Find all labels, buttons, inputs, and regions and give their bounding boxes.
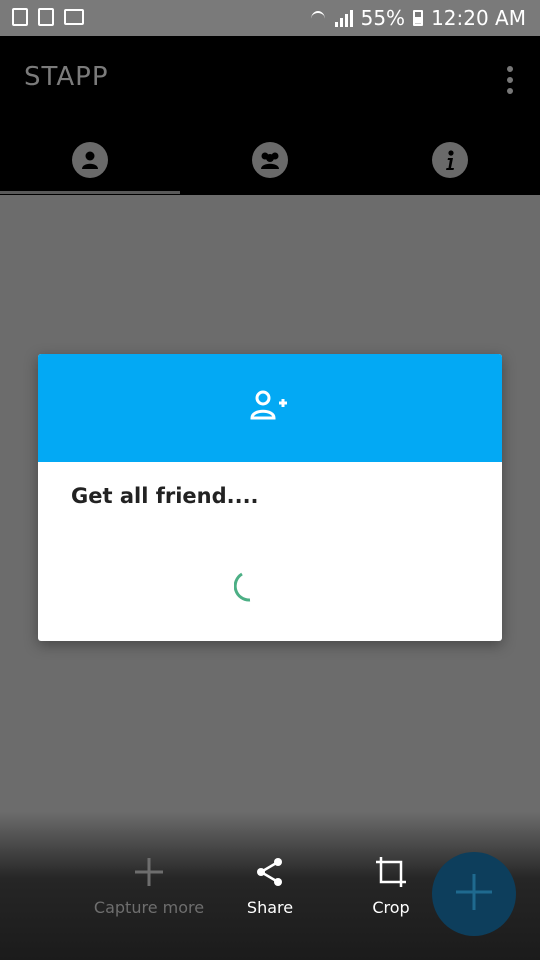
tab-indicator	[0, 191, 180, 194]
status-bar: 55% 12:20 AM	[0, 0, 540, 36]
loading-dialog: Get all friend....	[38, 354, 502, 641]
plus-icon	[133, 858, 165, 892]
overflow-menu-button[interactable]	[506, 66, 514, 94]
info-icon	[432, 142, 468, 178]
tab-bar	[0, 128, 540, 194]
battery-percent: 55%	[360, 6, 406, 30]
battery-icon	[413, 10, 424, 26]
fab-add-button[interactable]	[432, 852, 516, 936]
gallery-notification-icon	[38, 8, 54, 26]
wifi-icon	[309, 9, 327, 27]
clock: 12:20 AM	[431, 6, 526, 30]
dialog-header	[38, 354, 502, 462]
add-friend-icon	[250, 390, 290, 426]
capture-more-button[interactable]: Capture more	[84, 856, 214, 917]
share-label: Share	[246, 898, 294, 917]
capture-more-label: Capture more	[93, 898, 205, 917]
share-icon	[254, 858, 286, 892]
signal-icon	[334, 9, 353, 27]
app-title: STAPP	[24, 62, 109, 92]
mail-notification-icon	[64, 9, 84, 25]
person-icon	[72, 142, 108, 178]
share-button[interactable]: Share	[205, 856, 335, 917]
screenshot-action-bar: Capture more Share Crop	[0, 812, 540, 960]
app-bar: STAPP	[0, 36, 540, 195]
plus-icon	[454, 872, 494, 916]
crop-icon	[375, 857, 407, 892]
tab-profile[interactable]	[0, 128, 180, 194]
group-icon	[252, 142, 288, 178]
recycle-notification-icon	[12, 8, 28, 26]
loading-spinner	[233, 572, 264, 602]
tab-info[interactable]	[360, 128, 540, 192]
dialog-message: Get all friend....	[71, 484, 259, 508]
tab-friends[interactable]	[180, 128, 360, 192]
